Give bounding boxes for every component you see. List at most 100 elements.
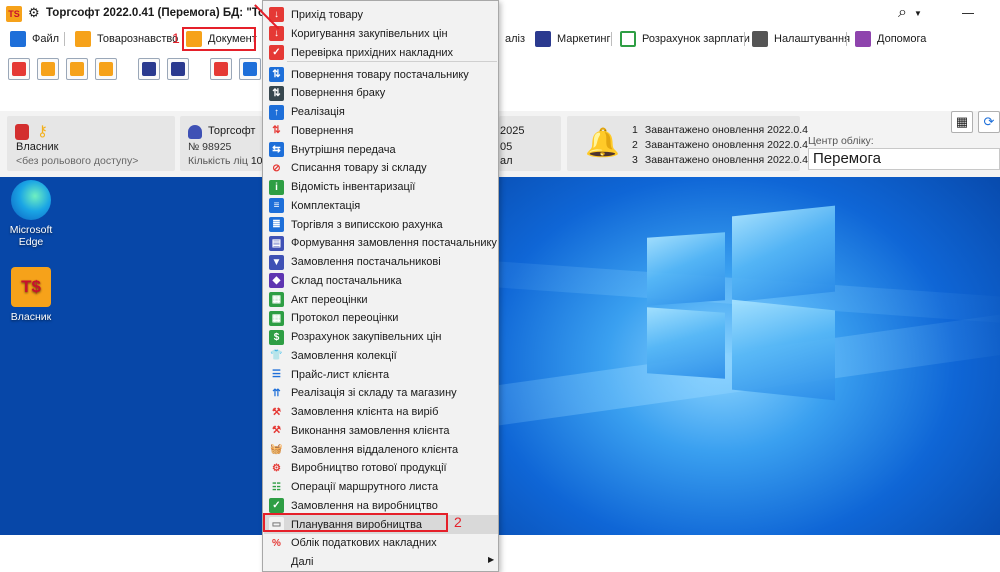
windows-desktop: Microsoft Edge T$ Власник [0, 177, 1000, 535]
toolbar-incoming-button[interactable] [210, 58, 232, 80]
menu-salary[interactable]: Розрахунок зарплати [620, 31, 750, 47]
order-fulfillment-icon: ⚒ [269, 423, 284, 439]
toolbar-sum-button[interactable] [37, 58, 59, 80]
menu-marketing[interactable]: Маркетинг [535, 31, 610, 47]
user-role: <без рольового доступу> [16, 155, 139, 167]
edge-browser-icon [11, 180, 51, 220]
toolbar-sale-button[interactable] [239, 58, 261, 80]
menu-settings[interactable]: Налаштування [752, 31, 850, 47]
toolbar-chart-button[interactable] [95, 58, 117, 80]
toolbar-layers-button[interactable] [66, 58, 88, 80]
update-line[interactable]: 3 Завантажено оновлення 2022.0.4 [632, 154, 808, 166]
dropdown-item-label: Виробництво готової продукції [291, 462, 447, 475]
file-menu-icon [10, 31, 26, 47]
dropdown-item-label: Замовлення постачальникові [291, 256, 441, 268]
update-text: Завантажено оновлення 2022.0.4 [644, 139, 809, 151]
menu-label: Налаштування [774, 33, 851, 45]
layers-icon: ◆ [269, 273, 284, 289]
toolbar-grid-button[interactable] [8, 58, 30, 80]
arrow-up-icon [243, 62, 257, 76]
database-icon [15, 124, 29, 140]
main-menu-bar: Файл Товарознавство Документ аліз Маркет… [0, 27, 1000, 51]
dropdown-item[interactable]: ▦ Протокол переоцінки [264, 309, 498, 328]
dropdown-item[interactable]: ▦ Акт переоцінки [264, 290, 498, 309]
dropdown-item[interactable]: ☷ Операції маршрутного листа [264, 478, 498, 497]
desktop-icon-edge[interactable]: Microsoft Edge [0, 180, 62, 248]
update-index: 3 [632, 154, 638, 166]
dropdown-item[interactable]: ◆ Склад постачальника [264, 271, 498, 290]
dropdown-item[interactable]: 🧺 Замовлення віддаленого клієнта [264, 440, 498, 459]
dropdown-item[interactable]: ≡ Комплектація [264, 196, 498, 215]
dropdown-item-label: Облік податкових накладних [291, 537, 437, 550]
dropdown-item-label: Розрахунок закупівельних цін [291, 331, 442, 343]
dropdown-item-label: Протокол переоцінки [291, 312, 399, 325]
dropdown-item[interactable]: ⇅ Повернення [264, 121, 498, 140]
dropdown-item[interactable]: ▼ Замовлення постачальникові [264, 253, 498, 272]
update-index: 1 [632, 124, 638, 136]
gear-icon[interactable]: ⚙ [28, 5, 40, 21]
layers-icon [70, 62, 84, 76]
dollar-icon: $ [269, 329, 284, 345]
desktop-icon-label: Microsoft Edge [9, 224, 53, 248]
dropdown-item[interactable]: i Відомість інвентаризації [264, 178, 498, 197]
calculator-button[interactable]: ▦ [951, 111, 973, 133]
dropdown-item[interactable]: ↓ Коригування закупівельних цін [264, 24, 498, 43]
menu-label: Маркетинг [557, 33, 611, 45]
revaluation-protocol-icon: ▦ [269, 310, 284, 326]
dropdown-item[interactable]: ✓ Перевірка прихідних накладних [264, 43, 498, 62]
toolbar-users-button[interactable] [167, 58, 189, 80]
dropdown-item[interactable]: ⇈ Реалізація зі складу та магазину [264, 384, 498, 403]
tax-invoice-icon: % [269, 535, 284, 551]
dropdown-item[interactable]: ⇅ Повернення товару постачальнику [264, 65, 498, 84]
dropdown-item[interactable]: ☰ Прайс-лист клієнта [264, 365, 498, 384]
dropdown-item[interactable]: ≣ Торгівля з виписскою рахунка [264, 215, 498, 234]
menu-analysis[interactable]: аліз [505, 31, 525, 47]
refresh-button[interactable]: ⟳ [978, 111, 1000, 133]
menu-help[interactable]: Допомога [855, 31, 926, 47]
windows-logo-pane [647, 232, 725, 306]
dropdown-item[interactable]: $ Розрахунок закупівельних цін [264, 328, 498, 347]
dropdown-item-label: Замовлення колекції [291, 349, 397, 362]
dropdown-item[interactable]: ↑ Реалізація [264, 103, 498, 122]
dropdown-item[interactable]: ▤ Формування замовлення постачальнику [264, 234, 498, 253]
user-icon [142, 62, 156, 76]
update-line[interactable]: 1 Завантажено оновлення 2022.0.4 [632, 124, 808, 136]
dropdown-item[interactable]: ⇆ Внутрішня передача [264, 140, 498, 159]
production-gears-icon: ⚙ [269, 460, 284, 476]
salary-money-icon [620, 31, 636, 47]
dropdown-item[interactable]: % Облік податкових накладних [264, 534, 498, 553]
center-label: Центр обліку: [808, 135, 874, 147]
chart-icon [99, 62, 113, 76]
dropdown-item[interactable]: ⚒ Замовлення клієнта на виріб [264, 403, 498, 422]
menu-goods[interactable]: Товарознавство [75, 31, 178, 47]
annotation-box-document [182, 27, 256, 51]
invoice-icon: ≣ [269, 217, 284, 232]
dropdown-item[interactable]: ⚙ Виробництво готової продукції [264, 459, 498, 478]
dropdown-item[interactable]: ⇅ Повернення браку [264, 84, 498, 103]
dropdown-item-label: Далі [291, 556, 314, 568]
dropdown-item[interactable]: 👕 Замовлення колекції [264, 346, 498, 365]
dropdown-item[interactable]: ⊘ Списання товару зі складу [264, 159, 498, 178]
update-line[interactable]: 2 Завантажено оновлення 2022.0.4 [632, 139, 808, 151]
menu-label: Розрахунок зарплати [642, 33, 750, 45]
minimize-icon[interactable] [962, 13, 974, 14]
swap-arrows-icon: ⇅ [269, 123, 284, 139]
search-icon[interactable]: ⌕ [898, 4, 907, 22]
dropdown-item[interactable]: ↓ Прихід товару [264, 5, 498, 24]
desktop-icon-torgsoft[interactable]: T$ Власник [0, 267, 62, 323]
annotation-number-2: 2 [454, 514, 462, 530]
user-label: Власник [16, 141, 59, 153]
center-select[interactable]: Перемога [808, 148, 1000, 170]
dropdown-item-label: Перевірка прихідних накладних [291, 46, 454, 59]
chevron-down-icon[interactable]: ▼ [914, 9, 922, 18]
dropdown-item[interactable]: ⚒ Виконання замовлення клієнта [264, 421, 498, 440]
update-text: Завантажено оновлення 2022.0.4 [644, 124, 809, 136]
dropdown-item[interactable]: Далі [264, 553, 498, 572]
dropdown-item-label: Торгівля з виписскою рахунка [291, 218, 443, 231]
menu-file[interactable]: Файл [10, 31, 59, 47]
sum-icon [41, 62, 55, 76]
toolbar-user-button[interactable] [138, 58, 160, 80]
grid-icon [12, 62, 26, 76]
info-icon: i [269, 179, 284, 195]
menu-label: Товарознавство [97, 33, 179, 45]
